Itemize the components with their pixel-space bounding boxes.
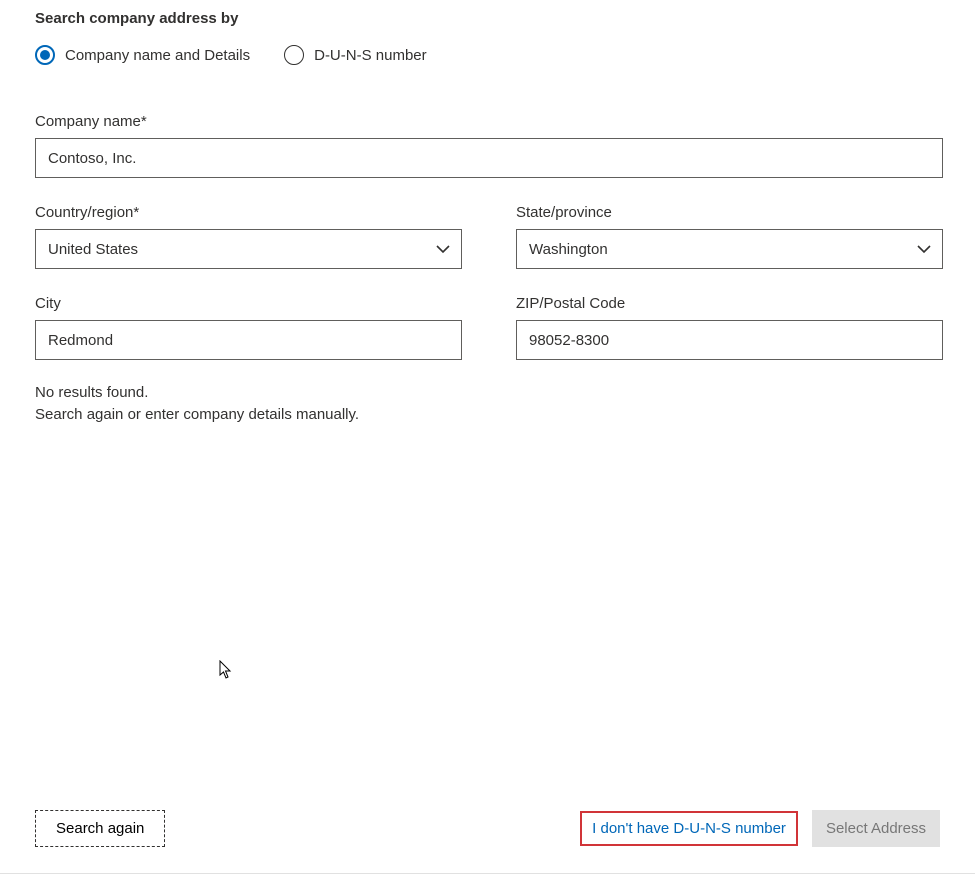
radio-company-name-details[interactable]: Company name and Details xyxy=(35,45,250,65)
state-label: State/province xyxy=(516,204,943,221)
status-line-1: No results found. xyxy=(35,382,940,404)
radio-indicator-selected-icon xyxy=(35,45,55,65)
country-select[interactable]: United States xyxy=(35,229,462,269)
state-select[interactable]: Washington xyxy=(516,229,943,269)
zip-label: ZIP/Postal Code xyxy=(516,295,943,312)
company-name-input[interactable] xyxy=(35,138,943,178)
zip-input[interactable] xyxy=(516,320,943,360)
search-again-button[interactable]: Search again xyxy=(35,810,165,847)
radio-duns-number[interactable]: D-U-N-S number xyxy=(284,45,427,65)
company-name-label: Company name* xyxy=(35,113,943,130)
status-line-2: Search again or enter company details ma… xyxy=(35,404,940,426)
status-message: No results found. Search again or enter … xyxy=(35,382,940,426)
no-duns-link[interactable]: I don't have D-U-N-S number xyxy=(580,811,798,846)
mouse-cursor-icon xyxy=(219,660,235,683)
radio-duns-label: D-U-N-S number xyxy=(314,47,427,64)
footer-bar: Search again I don't have D-U-N-S number… xyxy=(0,802,975,874)
country-label: Country/region* xyxy=(35,204,462,221)
section-heading: Search company address by xyxy=(35,10,940,27)
radio-company-name-label: Company name and Details xyxy=(65,47,250,64)
select-address-button[interactable]: Select Address xyxy=(812,810,940,847)
radio-indicator-unselected-icon xyxy=(284,45,304,65)
country-select-value: United States xyxy=(48,241,138,258)
search-by-radio-group: Company name and Details D-U-N-S number xyxy=(35,45,940,65)
city-input[interactable] xyxy=(35,320,462,360)
city-label: City xyxy=(35,295,462,312)
state-select-value: Washington xyxy=(529,241,608,258)
